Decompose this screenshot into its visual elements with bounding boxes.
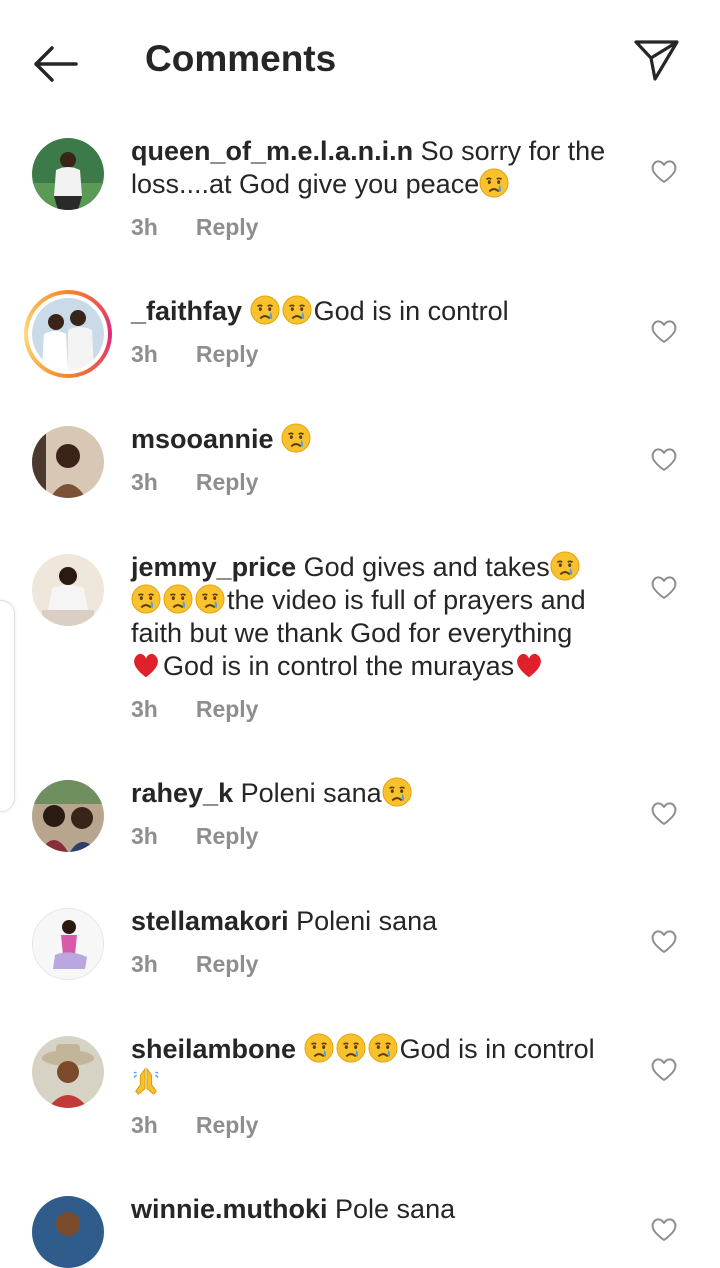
crying-face-emoji-icon xyxy=(382,777,412,807)
page-title: Comments xyxy=(145,38,337,79)
comment-time: 3h xyxy=(131,696,158,722)
comment-meta: 3h Reply xyxy=(131,823,258,850)
like-heart-icon[interactable] xyxy=(650,1216,678,1242)
crying-face-emoji-icon xyxy=(336,1033,366,1063)
comment-text: queen_of_m.e.l.a.n.i.n So sorry for the … xyxy=(131,135,611,201)
crying-face-emoji-icon xyxy=(163,584,193,614)
reply-button[interactable]: Reply xyxy=(196,214,259,240)
comment-text: winnie.muthoki Pole sana xyxy=(131,1193,611,1226)
avatar[interactable] xyxy=(32,908,104,980)
reply-button[interactable]: Reply xyxy=(196,696,259,722)
reply-button[interactable]: Reply xyxy=(196,951,259,977)
comment-body: God is in control xyxy=(313,296,509,326)
comment-meta: 3h Reply xyxy=(131,469,258,496)
like-heart-icon[interactable] xyxy=(650,800,678,826)
comment-body: Poleni sana xyxy=(288,906,438,936)
comment-body: God is in control xyxy=(399,1034,595,1064)
comment-text: stellamakori Poleni sana xyxy=(131,905,611,938)
red-heart-emoji-icon xyxy=(514,650,544,680)
comment-body-line: God is in control the murayas xyxy=(163,651,515,681)
reply-button[interactable]: Reply xyxy=(196,823,259,849)
crying-face-emoji-icon xyxy=(131,584,161,614)
edge-panel-handle[interactable] xyxy=(0,600,15,812)
reply-button[interactable]: Reply xyxy=(196,469,259,495)
comment-meta: 3h Reply xyxy=(131,951,258,978)
crying-face-emoji-icon xyxy=(195,584,225,614)
comment-username[interactable]: queen_of_m.e.l.a.n.i.n xyxy=(131,136,413,166)
comment-time: 3h xyxy=(131,469,158,495)
comment-text: rahey_k Poleni sana xyxy=(131,777,611,810)
comment-meta: 3h Reply xyxy=(131,341,258,368)
comment-body: Pole sana xyxy=(327,1194,456,1224)
like-heart-icon[interactable] xyxy=(650,158,678,184)
crying-face-emoji-icon xyxy=(304,1033,334,1063)
folded-hands-emoji-icon xyxy=(131,1066,161,1096)
like-heart-icon[interactable] xyxy=(650,928,678,954)
comment-time: 3h xyxy=(131,823,158,849)
like-heart-icon[interactable] xyxy=(650,318,678,344)
comment-text: _faithfay God is in control xyxy=(131,295,611,328)
comment-username[interactable]: _faithfay xyxy=(131,296,242,326)
comment-text: jemmy_price God gives and takes the vide… xyxy=(131,551,611,683)
reply-button[interactable]: Reply xyxy=(196,1112,259,1138)
comment-username[interactable]: jemmy_price xyxy=(131,552,296,582)
comment-username[interactable]: rahey_k xyxy=(131,778,233,808)
comment-body-line: the video is full of prayers and xyxy=(227,585,586,615)
avatar[interactable] xyxy=(32,1036,104,1108)
comment-username[interactable]: stellamakori xyxy=(131,906,289,936)
comment-username[interactable]: winnie.muthoki xyxy=(131,1194,328,1224)
crying-face-emoji-icon xyxy=(282,295,312,325)
avatar[interactable] xyxy=(32,1196,104,1268)
comment-body: Poleni sana xyxy=(233,778,382,808)
reply-button[interactable]: Reply xyxy=(196,341,259,367)
red-heart-emoji-icon xyxy=(131,650,161,680)
crying-face-emoji-icon xyxy=(479,168,509,198)
comment-time: 3h xyxy=(131,214,158,240)
crying-face-emoji-icon xyxy=(281,423,311,453)
like-heart-icon[interactable] xyxy=(650,574,678,600)
crying-face-emoji-icon xyxy=(550,551,580,581)
comment-body-line: So sorry for the xyxy=(413,136,606,166)
avatar[interactable] xyxy=(32,138,104,210)
avatar-story-ring[interactable] xyxy=(24,290,112,378)
comment-body-line: faith but we thank God for everything xyxy=(131,618,573,648)
share-button[interactable] xyxy=(630,34,682,86)
comment-meta: 3h Reply xyxy=(131,1112,258,1139)
avatar[interactable] xyxy=(32,780,104,852)
crying-face-emoji-icon xyxy=(368,1033,398,1063)
avatar xyxy=(32,298,104,370)
comment-time: 3h xyxy=(131,341,158,367)
comment-time: 3h xyxy=(131,1112,158,1138)
comment-time: 3h xyxy=(131,951,158,977)
back-button[interactable] xyxy=(28,38,84,90)
comment-text: sheilambone God is in control xyxy=(131,1033,611,1099)
paper-plane-icon xyxy=(634,40,679,81)
like-heart-icon[interactable] xyxy=(650,446,678,472)
comment-meta: 3h Reply xyxy=(131,696,258,723)
comment-meta: 3h Reply xyxy=(131,214,258,241)
comment-text: msooannie xyxy=(131,423,611,456)
arrow-left-icon xyxy=(34,46,78,82)
comment-username[interactable]: msooannie xyxy=(131,424,274,454)
comment-username[interactable]: sheilambone xyxy=(131,1034,296,1064)
avatar[interactable] xyxy=(32,554,104,626)
comment-body-line: loss....at God give you peace xyxy=(131,169,480,199)
crying-face-emoji-icon xyxy=(250,295,280,325)
comment-body-line: God gives and takes xyxy=(296,552,550,582)
header-bar: Comments xyxy=(0,0,720,120)
avatar[interactable] xyxy=(32,426,104,498)
like-heart-icon[interactable] xyxy=(650,1056,678,1082)
